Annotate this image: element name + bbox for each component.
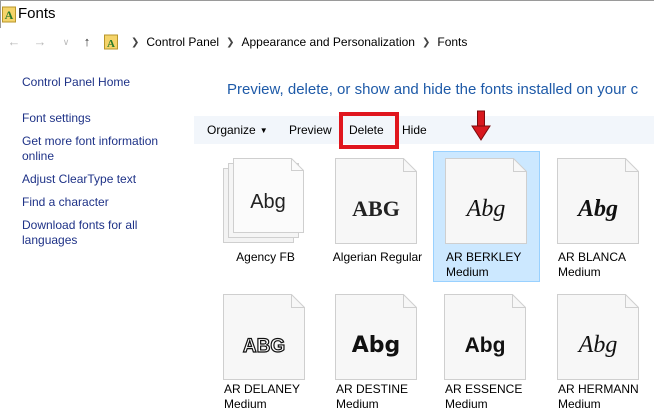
font-tile-ar-delaney[interactable]: ABG AR DELANEY Medium xyxy=(212,288,319,410)
font-preview-page: Abg xyxy=(223,158,304,243)
address-bar: ← → ∨ ↑ A ❯ Control Panel ❯ Appearance a… xyxy=(0,29,654,55)
font-sample-text: Abg xyxy=(465,196,506,222)
font-tile-ar-hermann[interactable]: Abg AR HERMANN Medium xyxy=(546,288,653,410)
window-title: Fonts xyxy=(18,5,56,22)
sidebar-item-cleartype[interactable]: Adjust ClearType text xyxy=(22,172,182,187)
chevron-right-icon: ❯ xyxy=(421,36,431,48)
chevron-right-icon: ❯ xyxy=(131,36,140,48)
font-preview-page: Abg xyxy=(557,294,639,380)
organize-button[interactable]: Organize ▼ xyxy=(207,123,268,137)
arrow-right-icon[interactable]: → xyxy=(31,33,49,51)
sidebar-item-download-fonts[interactable]: Download fonts for all languages xyxy=(22,218,152,248)
font-sample-text: ABG xyxy=(352,196,400,221)
organize-label: Organize xyxy=(207,123,256,137)
fonts-folder-icon: A xyxy=(2,6,16,23)
hide-button[interactable]: Hide xyxy=(402,123,427,137)
font-sample-text: Abg xyxy=(352,333,401,358)
svg-text:A: A xyxy=(107,38,115,50)
svg-text:A: A xyxy=(5,8,14,22)
sidebar-item-find-character[interactable]: Find a character xyxy=(22,195,182,210)
font-sample-text: Abg xyxy=(465,334,506,357)
command-bar: Organize ▼ Preview Delete Hide xyxy=(194,116,654,144)
caret-down-icon: ▼ xyxy=(259,126,268,135)
font-name: AR DELANEY Medium xyxy=(224,382,300,410)
font-preview-page: Abg xyxy=(445,158,527,244)
font-name: Agency FB xyxy=(236,250,295,264)
sidebar-item-font-settings[interactable]: Font settings xyxy=(22,111,182,126)
font-name: Algerian Regular xyxy=(332,250,423,264)
chevron-right-icon: ❯ xyxy=(226,36,235,48)
font-preview-page: ABG xyxy=(335,158,417,244)
fonts-folder-icon: A xyxy=(104,34,118,50)
font-name: AR ESSENCE Medium xyxy=(445,382,523,410)
page-title: Preview, delete, or show and hide the fo… xyxy=(227,81,639,98)
font-name: AR DESTINE Medium xyxy=(336,382,409,410)
font-tile-agency-fb[interactable]: Abg Agency FB xyxy=(212,152,319,282)
breadcrumb: A ❯ Control Panel ❯ Appearance and Perso… xyxy=(100,31,467,53)
preview-button[interactable]: Preview xyxy=(289,123,332,137)
font-tile-ar-destine[interactable]: Abg AR DESTINE Medium xyxy=(324,288,431,410)
font-preview-page: Abg xyxy=(557,158,639,244)
font-sample-text: ABG xyxy=(243,336,285,357)
title-bar: A Fonts xyxy=(0,0,654,28)
font-sample-text: Abg xyxy=(576,196,618,222)
font-tile-ar-essence[interactable]: Abg AR ESSENCE Medium xyxy=(433,288,540,410)
font-name: AR HERMANN Medium xyxy=(558,382,639,410)
breadcrumb-appearance[interactable]: Appearance and Personalization xyxy=(242,35,415,49)
font-preview-page: Abg xyxy=(335,294,417,380)
breadcrumb-control-panel[interactable]: Control Panel xyxy=(146,35,219,49)
arrow-up-icon[interactable]: ↑ xyxy=(78,33,96,51)
font-tile-algerian[interactable]: ABG Algerian Regular xyxy=(324,152,431,282)
arrow-down-icon xyxy=(471,110,491,141)
font-name: AR BLANCA Medium xyxy=(558,250,626,279)
font-name: AR BERKLEY Medium xyxy=(446,250,522,279)
font-preview-page: ABG xyxy=(223,294,305,380)
delete-highlight-box xyxy=(339,112,399,149)
left-pane: Control Panel Home Font settings Get mor… xyxy=(0,56,190,410)
font-tile-ar-berkley[interactable]: Abg AR BERKLEY Medium xyxy=(433,151,540,282)
font-tile-ar-blanca[interactable]: Abg AR BLANCA Medium xyxy=(546,152,653,282)
arrow-left-icon[interactable]: ← xyxy=(5,33,23,51)
sidebar-item-control-panel-home[interactable]: Control Panel Home xyxy=(22,75,182,90)
font-sample-text: Abg xyxy=(577,332,618,358)
chevron-down-icon[interactable]: ∨ xyxy=(57,33,75,51)
font-sample-text: Abg xyxy=(250,191,286,213)
sidebar-item-more-font-info[interactable]: Get more font information online xyxy=(22,134,172,164)
breadcrumb-fonts[interactable]: Fonts xyxy=(437,35,467,49)
font-preview-page: Abg xyxy=(444,294,526,380)
